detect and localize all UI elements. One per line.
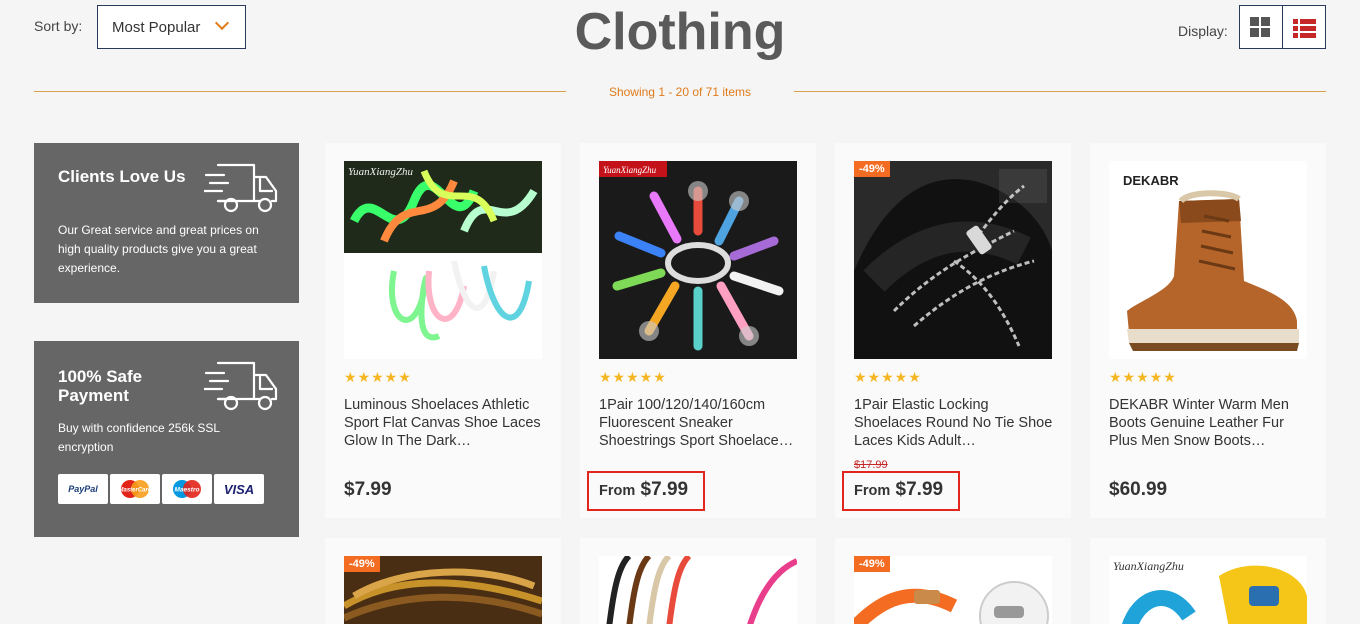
promo-clients-love-us: Clients Love Us Our Great service and gr… <box>34 143 299 303</box>
svg-text:DEKABR: DEKABR <box>1123 173 1179 188</box>
product-name[interactable]: 1Pair Elastic Locking Shoelaces Round No… <box>854 396 1054 450</box>
product-card[interactable]: YuanXiangZhu ★★★★★ 1Pair 100/120/140/160… <box>580 143 816 518</box>
display-label: Display: <box>1178 23 1228 39</box>
promo-title: Clients Love Us <box>58 167 186 186</box>
price-prefix: From <box>599 483 636 499</box>
price-value: $7.99 <box>640 479 689 500</box>
grid-view-button[interactable] <box>1239 5 1283 49</box>
price-value: $7.99 <box>895 479 944 500</box>
payment-methods: PayPal MasterCard Maestro VISA <box>58 474 264 504</box>
price-prefix: From <box>854 483 891 499</box>
product-card[interactable]: -49% <box>325 538 561 624</box>
product-rating: ★★★★★ <box>1109 369 1177 385</box>
product-price: $60.99 <box>1109 479 1168 500</box>
original-price: $17.99 <box>854 459 888 471</box>
mastercard-logo: MasterCard <box>110 474 160 504</box>
product-rating: ★★★★★ <box>344 369 412 385</box>
product-card[interactable]: -49% <box>835 538 1071 624</box>
product-image[interactable] <box>599 556 797 624</box>
product-card[interactable]: DEKABR ★★★★★ DEKABR Winter Warm Men Boot… <box>1090 143 1326 518</box>
product-image[interactable]: YuanXiangZhu <box>1109 556 1307 624</box>
product-image[interactable] <box>854 161 1052 359</box>
product-image[interactable]: YuanXiangZhu <box>599 161 797 359</box>
paypal-logo: PayPal <box>58 474 108 504</box>
product-card[interactable]: YuanXiangZhu <box>1090 538 1326 624</box>
list-view-button[interactable] <box>1282 5 1326 49</box>
delivery-truck-icon <box>204 361 278 411</box>
product-card[interactable] <box>580 538 816 624</box>
promo-text: Our Great service and great prices on hi… <box>58 223 259 275</box>
divider-right <box>794 91 1326 92</box>
product-name[interactable]: 1Pair 100/120/140/160cm Fluorescent Snea… <box>599 396 799 450</box>
product-price: From $7.99 <box>854 479 943 501</box>
svg-text:YuanXiangZhu: YuanXiangZhu <box>1113 559 1184 573</box>
product-price: From $7.99 <box>599 479 688 501</box>
product-image[interactable]: DEKABR <box>1109 161 1307 359</box>
product-card[interactable]: -49% ★★★★★ 1Pair Elastic Locking Shoelac… <box>835 143 1071 518</box>
svg-text:YuanXiangZhu: YuanXiangZhu <box>348 166 414 178</box>
product-name[interactable]: DEKABR Winter Warm Men Boots Genuine Lea… <box>1109 396 1309 450</box>
promo-text: Buy with confidence 256k SSL encryption <box>58 421 220 454</box>
promo-title: 100% Safe Payment <box>58 367 143 405</box>
discount-badge: -49% <box>854 556 890 572</box>
product-rating: ★★★★★ <box>854 369 922 385</box>
maestro-logo: Maestro <box>162 474 212 504</box>
product-name[interactable]: Luminous Shoelaces Athletic Sport Flat C… <box>344 396 544 450</box>
discount-badge: -49% <box>854 161 890 177</box>
product-rating: ★★★★★ <box>599 369 667 385</box>
page-title: Clothing <box>574 3 786 61</box>
delivery-truck-icon <box>204 163 278 213</box>
showing-count: Showing 1 - 20 of 71 items <box>608 85 752 99</box>
promo-safe-payment: 100% Safe Payment Buy with confidence 25… <box>34 341 299 537</box>
svg-text:Maestro: Maestro <box>175 487 200 494</box>
product-card[interactable]: YuanXiangZhu ★★★★★ Luminous Shoelaces At… <box>325 143 561 518</box>
product-price: $7.99 <box>344 479 392 500</box>
svg-text:MasterCard: MasterCard <box>118 488 151 494</box>
svg-text:YuanXiangZhu: YuanXiangZhu <box>603 165 657 175</box>
discount-badge: -49% <box>344 556 380 572</box>
visa-logo: VISA <box>214 474 264 504</box>
product-image[interactable]: YuanXiangZhu <box>344 161 542 359</box>
